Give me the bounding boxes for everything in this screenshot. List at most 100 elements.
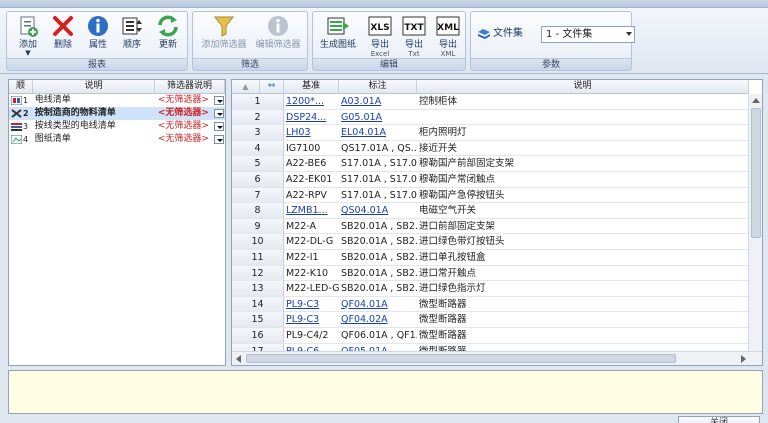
report-list-item[interactable]: 1 电线清单 <无筛选器>	[9, 94, 225, 107]
col-header-label[interactable]: 标注	[339, 80, 417, 94]
table-row[interactable]: 15 PL9-C3 QF04.02A 微型断路器	[232, 312, 749, 328]
table-row[interactable]: 7A22-RPV S17.01A , S17.0...穆勒国产急停按钮头	[232, 187, 749, 204]
table-row[interactable]: 11 M22-I1 SB20.01A , SB2... 进口单孔按钮盒	[232, 249, 749, 266]
export-txt-button[interactable]: TXT 导出 Txt	[399, 14, 429, 58]
grid-horizontal-scrollbar[interactable]	[232, 351, 762, 365]
info-panel	[8, 370, 763, 414]
label-cell[interactable]: QF04.02A	[339, 312, 417, 327]
report-filter: <无筛选器>	[157, 134, 209, 144]
table-row[interactable]: 10 M22-DL-G SB20.01A , SB2... 进口绿色带灯按钮头	[232, 234, 749, 250]
label-cell[interactable]: EL04.01A	[339, 125, 417, 140]
fileset-select[interactable]: 1 - 文件集	[541, 26, 635, 43]
report-list-item[interactable]: 4 图纸清单 <无筛选器>	[9, 133, 225, 146]
filter-dropdown[interactable]	[213, 107, 225, 120]
label-cell[interactable]: QF04.01A	[339, 297, 417, 312]
report-order-number: 2	[23, 109, 29, 118]
datum-cell[interactable]: PL9-C3	[284, 312, 339, 327]
fileset-param-label: 文件集	[477, 26, 537, 42]
table-row[interactable]: 3 LH03 EL04.01A 柜内照明灯	[232, 125, 749, 141]
add-button[interactable]: 添加 ▼	[11, 14, 45, 58]
drawing-list-icon	[10, 134, 23, 145]
report-list-item[interactable]: 3 按线类型的电线清单 <无筛选器>	[9, 120, 225, 133]
svg-text:XLS: XLS	[370, 23, 389, 33]
label-cell: S17.01A , S17.0...	[341, 173, 417, 185]
order-button[interactable]: 顺序	[117, 14, 147, 58]
close-button[interactable]: 关闭	[678, 416, 760, 423]
label-cell: S17.01A , S17.0...	[341, 189, 417, 201]
sort-up-icon[interactable]: ▲	[232, 80, 260, 94]
table-row[interactable]: 12 M22-K10 SB20.01A , SB2... 进口常开触点	[232, 265, 749, 282]
filter-dropdown[interactable]	[213, 94, 225, 107]
datum-cell: A22-BE6	[286, 158, 327, 170]
report-description: 按线类型的电线清单	[34, 121, 116, 131]
chevron-down-icon: ▼	[25, 49, 31, 57]
grid-header: ▲ ⇔ 基准 标注 说明	[232, 80, 749, 94]
scroll-up-icon[interactable]	[752, 98, 760, 103]
row-number: 4	[232, 140, 284, 156]
filter-dropdown[interactable]	[213, 120, 225, 133]
filter-dropdown[interactable]	[213, 133, 225, 146]
table-row[interactable]: 13 M22-LED-G SB20.01A , SB2... 进口绿色指示灯	[232, 281, 749, 297]
label-cell[interactable]: G05.01A	[339, 110, 417, 125]
chevron-down-icon[interactable]	[214, 109, 225, 118]
datum-cell: M22-A	[286, 220, 317, 232]
col-header-desc[interactable]: 说明	[417, 80, 749, 94]
add-filter-button[interactable]: 添加筛选器	[197, 14, 251, 58]
table-row[interactable]: 16 PL9-C4/2 QF06.01A , QF1... 微型断路器	[232, 327, 749, 344]
properties-button[interactable]: 属性	[83, 14, 113, 58]
datum-cell[interactable]: LH03	[284, 125, 339, 140]
chevron-down-icon[interactable]	[214, 96, 225, 105]
row-number: 2	[232, 109, 284, 125]
table-row[interactable]: 14 PL9-C3 QF04.01A 微型断路器	[232, 296, 749, 313]
chevron-down-icon[interactable]	[214, 135, 225, 144]
label-cell[interactable]: A03.01A	[339, 94, 417, 109]
report-order-cell: 4	[9, 133, 33, 146]
col-header-filter[interactable]: 筛选器说明	[155, 80, 225, 93]
export-xml-button[interactable]: XML 导出 XML	[433, 14, 463, 58]
scroll-right-icon[interactable]	[741, 355, 746, 363]
description-cell: 控制柜体	[419, 96, 458, 107]
chevron-down-icon	[626, 32, 632, 36]
report-description: 图纸清单	[34, 134, 71, 144]
hscroll-thumb[interactable]	[246, 354, 676, 363]
delete-button[interactable]: 删除	[49, 14, 77, 58]
label-cell[interactable]: QS04.01A	[339, 203, 417, 218]
grid-vertical-scrollbar[interactable]	[748, 94, 762, 365]
col-header-description[interactable]: 说明	[33, 80, 155, 93]
datum-cell[interactable]: LZMB1...	[284, 203, 339, 218]
col-header-datum[interactable]: 基准	[284, 80, 339, 94]
xml-icon: XML	[436, 14, 460, 38]
ribbon-group-edit: 生成图纸 XLS 导出 Excel TXT 导出 Txt XML 导出 XML …	[312, 11, 466, 71]
col-header-order[interactable]: 顺	[9, 80, 33, 93]
scroll-left-icon[interactable]	[236, 355, 241, 363]
table-row[interactable]: 1 1200*... A03.01A 控制柜体	[232, 94, 749, 110]
table-row[interactable]: 2 DSP24... G05.01A	[232, 109, 749, 126]
label-cell: SB20.01A , SB2...	[341, 220, 417, 232]
refresh-button[interactable]: 更新	[153, 14, 183, 58]
label-cell: S17.01A , S17.0...	[341, 158, 417, 170]
table-row[interactable]: 5A22-BE6 S17.01A , S17.0...穆勒国产前部固定支架	[232, 156, 749, 172]
scroll-thumb[interactable]	[751, 108, 761, 238]
report-description: 电线清单	[34, 95, 71, 105]
datum-cell[interactable]: DSP24...	[284, 110, 339, 125]
refresh-label: 更新	[158, 40, 177, 50]
export-excel-button[interactable]: XLS 导出 Excel	[365, 14, 395, 58]
edit-filter-button[interactable]: 编辑筛选器	[251, 14, 305, 58]
datum-cell[interactable]: PL9-C3	[284, 297, 339, 312]
row-number: 9	[232, 218, 284, 234]
table-row[interactable]: 4 IG7100 QS17.01A , QS... 接近开关	[232, 140, 749, 157]
datum-cell[interactable]: 1200*...	[284, 94, 339, 109]
datum-cell: M22-I1	[286, 251, 319, 263]
grid-body: 1 1200*... A03.01A 控制柜体 2 DSP24... G05.01A 3 LH0…	[232, 94, 749, 360]
table-row[interactable]: 8 LZMB1... QS04.01A 电磁空气开关	[232, 203, 749, 219]
generate-drawing-button[interactable]: 生成图纸	[315, 14, 361, 58]
report-grid: ▲ ⇔ 基准 标注 说明 1 1200*... A03.01A 控制柜体 2 DSP24.…	[231, 79, 763, 366]
description-cell: 微型断路器	[419, 329, 467, 341]
table-row[interactable]: 6A22-EK01 S17.01A , S17.0...穆勒国产常闭触点	[232, 171, 749, 188]
group-label-filter: 筛选	[193, 58, 307, 70]
order-icon	[120, 14, 144, 38]
report-list-item[interactable]: 2 按制造商的物料清单 <无筛选器>	[9, 107, 225, 120]
expand-icon[interactable]: ⇔	[260, 80, 284, 94]
table-row[interactable]: 9 M22-A SB20.01A , SB2... 进口前部固定支架	[232, 218, 749, 235]
chevron-down-icon[interactable]	[214, 122, 225, 131]
